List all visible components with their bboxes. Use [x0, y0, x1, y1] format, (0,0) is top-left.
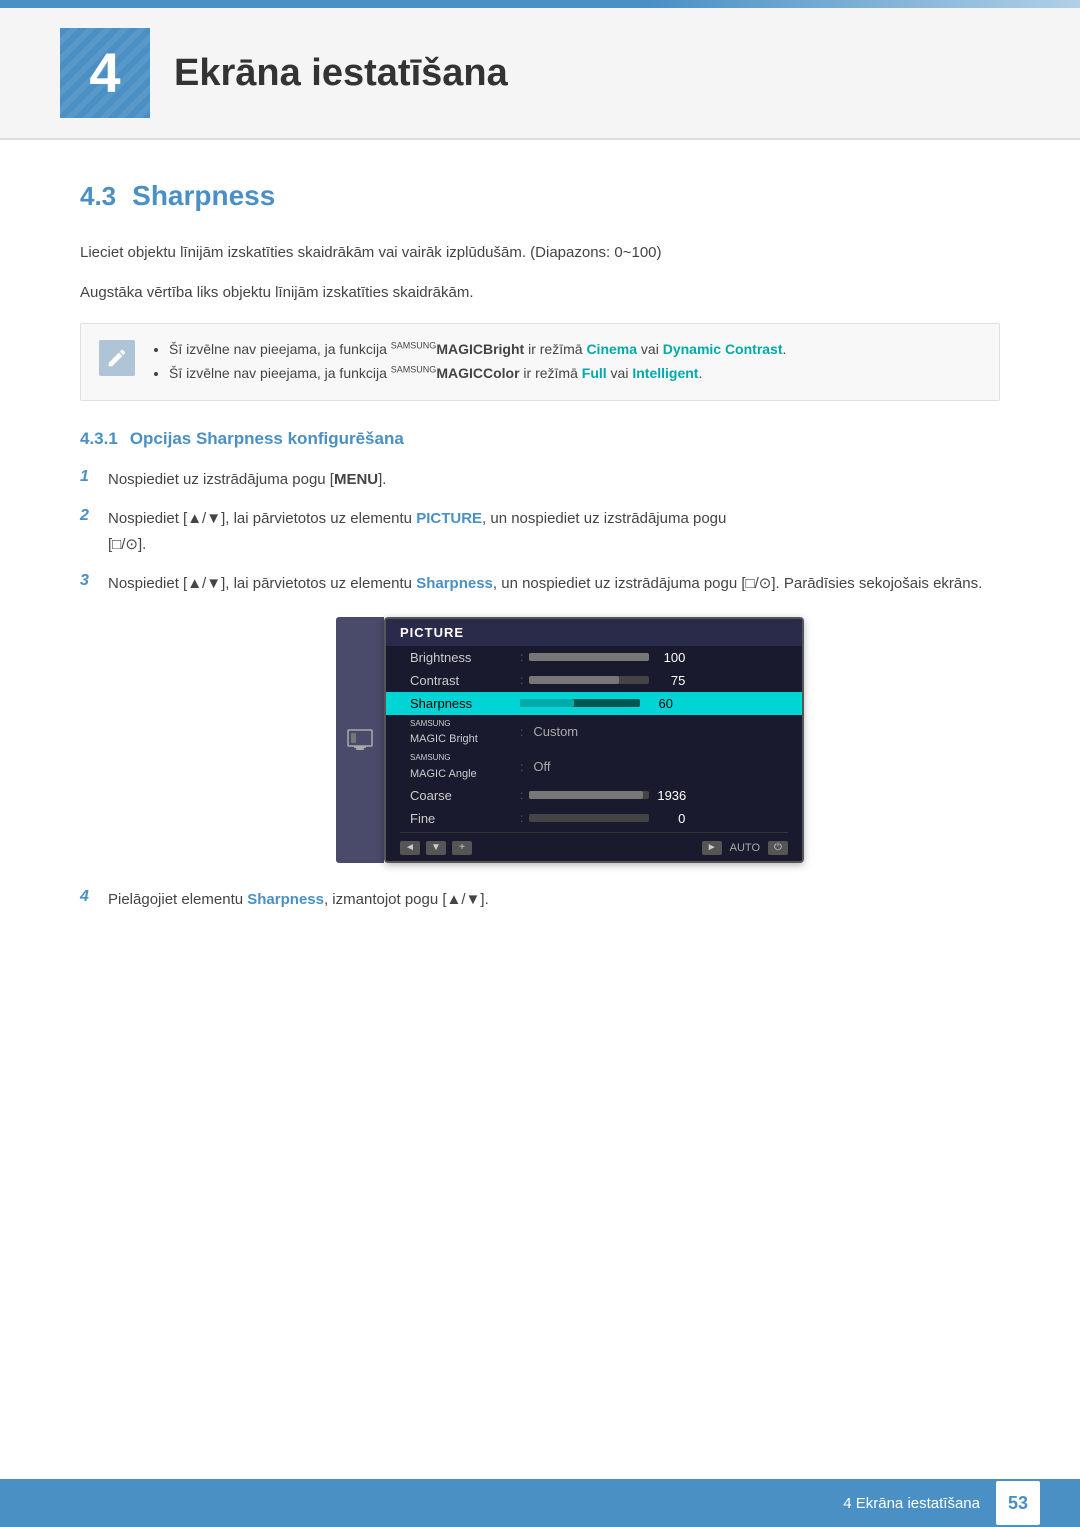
step-3-num: 3 — [80, 571, 108, 590]
footer-text: 4 Ekrāna iestatīšana — [843, 1495, 980, 1512]
menu-magic-bright: SAMSUNGMAGIC Bright : Custom — [386, 715, 802, 750]
step-2: 2 Nospiediet [▲/▼], lai pārvietotos uz e… — [80, 506, 1000, 557]
step-4-container: 4 Pielāgojiet elementu Sharpness, izmant… — [80, 887, 1000, 913]
main-content: 4.3 Sharpness Lieciet objektu līnijām iz… — [0, 140, 1080, 992]
monitor-side-icon — [336, 617, 384, 863]
power-icon: ⏻ — [768, 841, 788, 855]
subsection-number: 4.3.1 — [80, 429, 118, 449]
step-4-text: Pielāgojiet elementu Sharpness, izmantoj… — [108, 887, 1000, 913]
menu-sharpness: Sharpness 60 — [386, 692, 802, 715]
step-4-num: 4 — [80, 887, 108, 906]
steps-container: 1 Nospiediet uz izstrādājuma pogu [MENU]… — [80, 467, 1000, 597]
menu-contrast: Contrast : 75 — [386, 669, 802, 692]
menu-magic-angle: SAMSUNGMAGIC Angle : Off — [386, 749, 802, 784]
note-box: Šī izvēlne nav pieejama, ja funkcija SAM… — [80, 323, 1000, 401]
menu-brightness: Brightness : 100 — [386, 646, 802, 669]
page-footer: 4 Ekrāna iestatīšana 53 — [0, 1479, 1080, 1527]
note-list: Šī izvēlne nav pieejama, ja funkcija SAM… — [151, 338, 786, 386]
nav-left-icon: ◄ — [400, 841, 420, 855]
nav-enter-icon: + — [452, 841, 472, 855]
step-1-text: Nospiediet uz izstrādājuma pogu [MENU]. — [108, 467, 1000, 493]
note-icon — [99, 340, 135, 376]
menu-fine: Fine : 0 — [386, 807, 802, 830]
chapter-number-block: 4 — [60, 28, 150, 118]
monitor-with-side: PICTURE Brightness : 100 Contrast : — [336, 617, 804, 863]
nav-down-icon: ▼ — [426, 841, 446, 855]
step-1: 1 Nospiediet uz izstrādājuma pogu [MENU]… — [80, 467, 1000, 493]
section-title: Sharpness — [132, 180, 275, 212]
intro-line1: Lieciet objektu līnijām izskatīties skai… — [80, 240, 1000, 266]
monitor-icon-bar: ◄ ▼ + ► AUTO — [386, 835, 802, 861]
step-3-text: Nospiediet [▲/▼], lai pārvietotos uz ele… — [108, 571, 1000, 597]
chapter-number: 4 — [89, 45, 120, 101]
subsection-title: Opcijas Sharpness konfigurēšana — [130, 429, 404, 449]
note-item-1: Šī izvēlne nav pieejama, ja funkcija SAM… — [169, 338, 786, 362]
step-1-num: 1 — [80, 467, 108, 486]
monitor-title-bar: PICTURE — [386, 619, 802, 646]
step-3: 3 Nospiediet [▲/▼], lai pārvietotos uz e… — [80, 571, 1000, 597]
menu-coarse: Coarse : 1936 — [386, 784, 802, 807]
monitor-container: PICTURE Brightness : 100 Contrast : — [140, 617, 1000, 863]
monitor-divider — [400, 832, 788, 833]
auto-label: AUTO — [730, 842, 760, 854]
monitor-icon — [346, 726, 374, 754]
note-item-2: Šī izvēlne nav pieejama, ja funkcija SAM… — [169, 362, 786, 386]
step-2-text: Nospiediet [▲/▼], lai pārvietotos uz ele… — [108, 506, 1000, 557]
section-number: 4.3 — [80, 181, 116, 212]
chapter-title: Ekrāna iestatīšana — [174, 52, 508, 95]
top-stripe — [0, 0, 1080, 8]
step-2-num: 2 — [80, 506, 108, 525]
chapter-header: 4 Ekrāna iestatīšana — [0, 8, 1080, 140]
step-4: 4 Pielāgojiet elementu Sharpness, izmant… — [80, 887, 1000, 913]
pencil-icon — [106, 347, 128, 369]
nav-right-icon: ► — [702, 841, 722, 855]
subsection-heading: 4.3.1 Opcijas Sharpness konfigurēšana — [80, 429, 1000, 449]
intro-line2: Augstāka vērtība liks objektu līnijām iz… — [80, 280, 1000, 306]
section-heading: 4.3 Sharpness — [80, 180, 1000, 212]
footer-page-number: 53 — [996, 1481, 1040, 1525]
monitor-screenshot: PICTURE Brightness : 100 Contrast : — [384, 617, 804, 863]
